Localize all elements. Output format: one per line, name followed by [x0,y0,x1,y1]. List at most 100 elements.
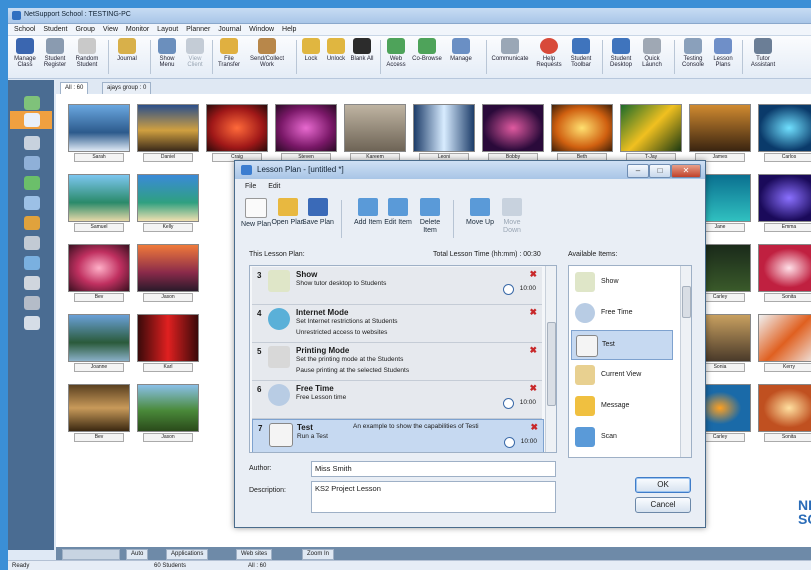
available-item-selected[interactable]: Test [571,330,673,360]
student-thumbnail[interactable]: Kelly [137,174,199,232]
new-plan-button[interactable]: New Plan [239,198,273,229]
list-item[interactable]: 6 Free Time Free Lesson time ✖ 10:00 [252,381,542,419]
auto-button[interactable]: Auto [126,549,149,560]
gamepad-icon[interactable] [24,296,40,310]
student-thumbnail[interactable]: Carlos [758,104,811,162]
available-item[interactable]: Scan [571,423,671,451]
quick-launch-button[interactable]: Quick Launch [638,38,666,68]
file-transfer-button[interactable]: File Transfer [216,38,242,68]
list-item[interactable]: 3 Show Show tutor desktop to Students ✖ … [252,267,542,305]
menu-layout[interactable]: Layout [157,24,178,35]
move-down-button[interactable]: Move Down [495,198,529,235]
student-thumbnail[interactable]: Joanne [68,314,130,372]
zoom-in-button[interactable]: Zoom In [302,549,335,560]
manage-class-button[interactable]: Manage Class [12,38,38,68]
menu-window[interactable]: Window [249,24,274,35]
ok-button[interactable]: OK [635,477,691,493]
tab-all[interactable]: All : 60 [60,82,89,94]
random-student-button[interactable]: Random Student [72,38,102,68]
headset-icon[interactable] [24,136,40,150]
maximize-button[interactable]: □ [649,164,671,178]
menu-school[interactable]: School [14,24,35,35]
communicate-button[interactable]: Communicate [490,38,530,62]
lock-button[interactable]: Lock [300,38,322,62]
student-thumbnail[interactable]: Karl [137,314,199,372]
student-thumbnail[interactable]: Sonita [758,384,811,442]
available-item[interactable]: Show [571,268,671,296]
student-desktop-button[interactable]: Student Desktop [606,38,636,68]
audio-icon[interactable] [24,276,40,290]
lesson-list-scrollbar[interactable] [545,266,556,452]
view-client-button[interactable]: View Client [182,38,208,68]
student-thumbnail[interactable]: Beth [551,104,613,162]
users-icon[interactable] [24,256,40,270]
student-thumbnail[interactable]: Bev [68,244,130,302]
description-field[interactable]: KS2 Project Lesson [311,481,556,513]
show-button[interactable]: Show Menu [154,38,180,68]
author-field[interactable]: Miss Smith [311,461,556,477]
menu-help[interactable]: Help [282,24,296,35]
menu-planner[interactable]: Planner [186,24,210,35]
minimize-button[interactable]: – [627,164,649,178]
student-thumbnail[interactable]: T-Jay [620,104,682,162]
web-access-button[interactable]: Web Access [384,38,408,68]
pie-chart-icon[interactable] [24,216,40,230]
student-thumbnail[interactable]: Craig [206,104,268,162]
student-toolbar-button[interactable]: Student Toolbar [566,38,596,68]
menu-view[interactable]: View [103,24,118,35]
delete-x-icon[interactable]: ✖ [529,383,537,394]
student-thumbnail[interactable]: Steven [275,104,337,162]
menu-journal[interactable]: Journal [218,24,241,35]
student-thumbnail[interactable]: Bobby [482,104,544,162]
activity-chart-icon[interactable] [24,316,40,330]
student-thumbnail[interactable]: Sarah [68,104,130,162]
home-icon[interactable] [24,96,40,110]
list-item[interactable]: 5 Printing Mode Set the printing mode at… [252,343,542,381]
available-item[interactable]: Message [571,392,671,420]
questions-icon[interactable] [24,156,40,170]
co-browse-button[interactable]: Co-Browse [410,38,444,62]
globe-icon[interactable] [24,176,40,190]
add-item-button[interactable]: Add Item [351,198,385,227]
student-thumbnail[interactable]: Kerry [758,314,811,372]
available-item[interactable]: Current View [571,361,671,389]
close-button[interactable]: ✕ [671,164,701,178]
thumbnails-icon[interactable] [24,113,40,127]
unlock-button[interactable]: Unlock [324,38,348,62]
applications-icon[interactable] [24,196,40,210]
student-thumbnail[interactable]: Jason [137,384,199,442]
zoom-slider[interactable] [62,549,120,560]
tab-ajays-group[interactable]: ajays group : 0 [102,82,152,94]
scrollbar-thumb[interactable] [547,322,556,406]
delete-x-icon[interactable]: ✖ [529,345,537,356]
testing-console-button[interactable]: Testing Console [678,38,708,68]
student-thumbnail[interactable]: James [689,104,751,162]
menu-edit[interactable]: Edit [268,183,280,190]
journal-button[interactable]: Journal [112,38,142,62]
list-item[interactable]: 4 Internet Mode Set Internet restriction… [252,305,542,343]
menu-monitor[interactable]: Monitor [126,24,149,35]
help-requests-button[interactable]: Help Requests [534,38,564,68]
student-thumbnail[interactable]: Daniel [137,104,199,162]
available-scrollbar[interactable] [680,266,691,457]
save-plan-button[interactable]: Save Plan [301,198,335,227]
student-thumbnail[interactable]: Kareem [344,104,406,162]
tutor-assistant-button[interactable]: Tutor Assistant [746,38,780,68]
list-item-selected[interactable]: 7 Test An example to show the capabiliti… [252,419,544,452]
manage-button[interactable]: Manage [446,38,476,62]
delete-item-button[interactable]: Delete Item [413,198,447,235]
websites-filter[interactable]: Web sites [236,549,273,560]
open-plan-button[interactable]: Open Plan [271,198,305,227]
applications-filter[interactable]: Applications [166,549,209,560]
move-up-button[interactable]: Move Up [463,198,497,227]
menu-file[interactable]: File [245,183,256,190]
student-thumbnail[interactable]: Leoni [413,104,475,162]
student-thumbnail[interactable]: Samuel [68,174,130,232]
scrollbar-thumb[interactable] [682,286,691,318]
menu-group[interactable]: Group [75,24,94,35]
delete-x-icon[interactable]: ✖ [530,422,538,433]
edit-item-button[interactable]: Edit Item [381,198,415,227]
student-thumbnail[interactable]: Jason [137,244,199,302]
cancel-button[interactable]: Cancel [635,497,691,513]
lesson-plans-button[interactable]: Lesson Plans [710,38,736,68]
